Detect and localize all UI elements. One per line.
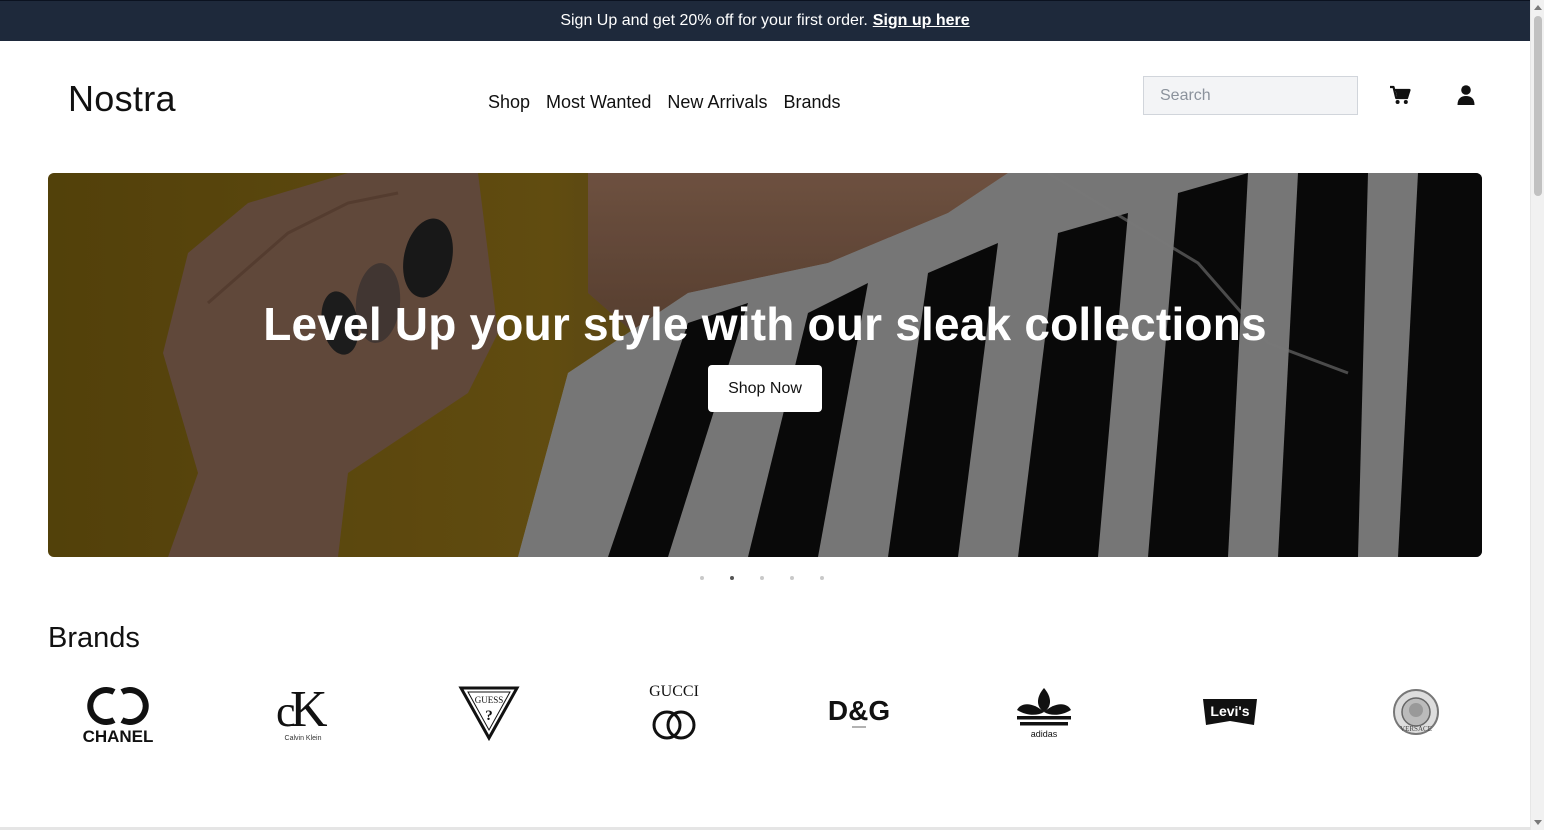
svg-text:GUCCI: GUCCI <box>649 683 699 700</box>
brand-adidas[interactable]: adidas <box>974 676 1114 748</box>
adidas-logo: adidas <box>1017 688 1071 739</box>
chanel-logo: CHANEL <box>83 687 154 744</box>
brands-list: CHANEL c K Calvin Klein GUESS ? GUCCI D&… <box>48 676 1482 748</box>
carousel-dot-active[interactable] <box>730 576 734 580</box>
nav-brands[interactable]: Brands <box>775 92 848 113</box>
svg-text:VERSACE: VERSACE <box>1400 725 1432 733</box>
page: Sign Up and get 20% off for your first o… <box>0 0 1530 830</box>
svg-text:D&G: D&G <box>828 695 890 726</box>
gucci-logo: GUCCI <box>649 683 699 740</box>
brand-guess[interactable]: GUESS ? <box>419 676 559 748</box>
nav-shop[interactable]: Shop <box>480 92 538 113</box>
page-scrollbar[interactable] <box>1530 0 1544 830</box>
brands-heading: Brands <box>48 622 140 654</box>
carousel-dot[interactable] <box>760 576 764 580</box>
svg-text:adidas: adidas <box>1031 729 1058 739</box>
svg-text:GUESS: GUESS <box>475 695 504 705</box>
dg-logo: D&G <box>828 695 890 728</box>
brand-dg[interactable]: D&G <box>789 676 929 748</box>
promo-bar: Sign Up and get 20% off for your first o… <box>0 0 1530 41</box>
guess-logo: GUESS ? <box>458 686 520 742</box>
brand-versace[interactable]: VERSACE <box>1346 676 1486 748</box>
brand-chanel[interactable]: CHANEL <box>48 676 188 748</box>
search-input[interactable] <box>1143 76 1358 115</box>
svg-text:Calvin Klein: Calvin Klein <box>285 735 322 742</box>
brand-levis[interactable]: Levi's <box>1160 676 1300 748</box>
nav-new-arrivals[interactable]: New Arrivals <box>659 92 775 113</box>
hero-title: Level Up your style with our sleak colle… <box>263 298 1267 350</box>
scrollbar-thumb[interactable] <box>1534 16 1542 196</box>
carousel-dot[interactable] <box>790 576 794 580</box>
carousel-indicators <box>700 576 824 580</box>
scroll-down-arrow-icon[interactable] <box>1534 820 1542 825</box>
cart-icon[interactable] <box>1387 82 1413 108</box>
site-logo[interactable]: Nostra <box>68 78 176 120</box>
brand-calvin-klein[interactable]: c K Calvin Klein <box>233 676 373 748</box>
promo-text: Sign Up and get 20% off for your first o… <box>560 12 868 29</box>
carousel-dot[interactable] <box>700 576 704 580</box>
shop-now-button[interactable]: Shop Now <box>708 365 822 412</box>
carousel-dot[interactable] <box>820 576 824 580</box>
main-nav: Shop Most Wanted New Arrivals Brands <box>480 92 849 113</box>
brand-gucci[interactable]: GUCCI <box>604 676 744 748</box>
nav-most-wanted[interactable]: Most Wanted <box>538 92 659 113</box>
versace-logo: VERSACE <box>1393 689 1439 735</box>
svg-text:CHANEL: CHANEL <box>83 727 154 744</box>
calvin-klein-logo: c K Calvin Klein <box>276 681 328 742</box>
svg-text:?: ? <box>485 708 493 724</box>
scroll-up-arrow-icon[interactable] <box>1534 5 1542 10</box>
svg-text:K: K <box>290 681 328 738</box>
levis-logo: Levi's <box>1203 699 1257 725</box>
hero-banner: Level Up your style with our sleak colle… <box>48 173 1482 557</box>
user-icon[interactable] <box>1453 82 1479 108</box>
signup-link[interactable]: Sign up here <box>873 12 970 30</box>
svg-text:Levi's: Levi's <box>1210 703 1249 719</box>
